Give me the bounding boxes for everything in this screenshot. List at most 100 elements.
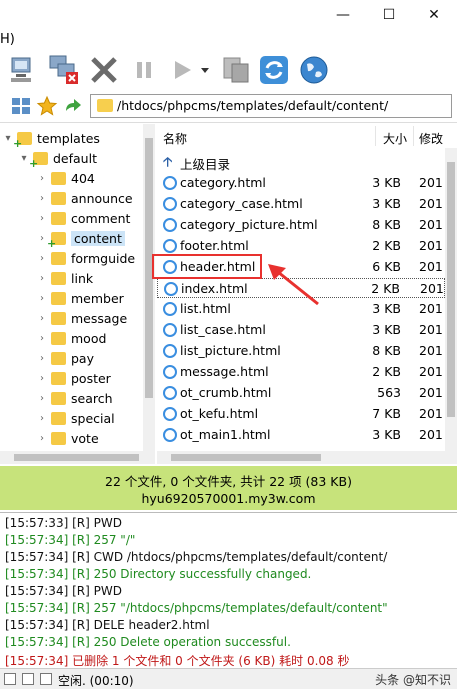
tree-node-mood[interactable]: › mood (36, 328, 106, 348)
tree-node-label: poster (71, 370, 111, 386)
pause-icon[interactable] (128, 54, 160, 86)
scrollbar-thumb[interactable] (171, 454, 321, 461)
address-field[interactable]: /htdocs/phpcms/templates/default/content… (90, 94, 452, 118)
tree-node-poster[interactable]: › poster (36, 368, 111, 388)
parent-directory-row[interactable]: 🡡 上级目录 (157, 152, 445, 172)
tree-node-label: 404 (71, 170, 95, 186)
file-name: 上级目录 (180, 157, 231, 172)
column-header-name[interactable]: 名称 (163, 130, 187, 147)
tree-node-comment[interactable]: › comment (36, 208, 130, 228)
minimize-icon[interactable]: — (320, 0, 366, 30)
html-file-icon (163, 218, 177, 232)
expand-arrow-icon[interactable]: › (36, 213, 48, 224)
favorites-star-icon[interactable] (36, 95, 58, 117)
tree-node-label: announce (71, 190, 133, 206)
tree-node-label: templates (37, 130, 100, 146)
refresh-icon[interactable] (258, 54, 290, 86)
folder-icon (51, 331, 66, 345)
expand-arrow-icon[interactable]: › (36, 313, 48, 324)
html-file-icon (163, 407, 177, 421)
file-size: 2 KB (371, 281, 400, 296)
file-row[interactable]: ot_crumb.html 563 201 (157, 383, 445, 403)
file-modified: 201 (419, 301, 443, 316)
stop-icon[interactable] (88, 54, 120, 86)
expand-arrow-icon[interactable]: › (36, 333, 48, 344)
list-horizontal-scrollbar[interactable] (157, 451, 457, 464)
html-file-icon (163, 239, 177, 253)
expand-arrow-icon[interactable]: › (36, 353, 48, 364)
file-row[interactable]: list_picture.html 8 KB 201 (157, 341, 445, 361)
tree-node-default[interactable]: ▾ default (18, 148, 97, 170)
tree-node-formguide[interactable]: › formguide (36, 248, 135, 268)
tree-horizontal-scrollbar[interactable] (0, 451, 155, 464)
expand-arrow-icon[interactable]: › (36, 273, 48, 284)
column-header-modified[interactable]: 修改 (419, 130, 443, 147)
column-divider[interactable] (413, 126, 414, 146)
close-icon[interactable]: ✕ (411, 0, 457, 30)
status-log-icon[interactable] (4, 673, 16, 685)
list-vertical-scrollbar[interactable] (445, 148, 457, 451)
expand-arrow-icon[interactable]: › (36, 393, 48, 404)
folder-tree: ▾ templates ▾ default › 404 › announce › comm… (0, 124, 155, 451)
tree-node-link[interactable]: › link (36, 268, 93, 288)
file-name: category_case.html (180, 196, 303, 211)
file-size: 3 KB (372, 196, 401, 211)
file-size: 2 KB (372, 364, 401, 379)
folder-icon (51, 211, 66, 225)
tree-node-special[interactable]: › special (36, 408, 115, 428)
file-row[interactable]: message.html 2 KB 201 (157, 362, 445, 382)
site-manager-icon[interactable] (10, 95, 32, 117)
address-path: /htdocs/phpcms/templates/default/content… (117, 98, 389, 113)
tree-node-content[interactable]: ›content (36, 228, 125, 250)
file-row[interactable]: category_picture.html 8 KB 201 (157, 215, 445, 235)
file-name: list_case.html (180, 322, 266, 337)
maximize-icon[interactable]: ☐ (366, 0, 412, 30)
file-size: 8 KB (372, 343, 401, 358)
file-row[interactable]: category_case.html 3 KB 201 (157, 194, 445, 214)
tree-node-announce[interactable]: › announce (36, 188, 133, 208)
tree-node-message[interactable]: › message (36, 308, 127, 328)
file-row[interactable]: category.html 3 KB 201 (157, 173, 445, 193)
tree-node-templates[interactable]: ▾ templates (2, 128, 100, 150)
scrollbar-thumb[interactable] (14, 454, 139, 461)
tree-vertical-scrollbar[interactable] (143, 124, 155, 451)
file-row[interactable]: footer.html 2 KB 201 (157, 236, 445, 256)
expand-arrow-icon[interactable]: › (36, 413, 48, 424)
expand-arrow-icon[interactable]: › (36, 173, 48, 184)
folder-icon (51, 291, 66, 305)
connect-icon[interactable] (8, 54, 40, 86)
queue-icon[interactable] (220, 54, 252, 86)
tree-node-404[interactable]: › 404 (36, 168, 95, 188)
up-folder-icon[interactable] (62, 95, 84, 117)
tree-node-member[interactable]: › member (36, 288, 124, 308)
expand-arrow-icon[interactable]: › (36, 433, 48, 444)
expand-arrow-icon[interactable]: › (36, 253, 48, 264)
column-header-size[interactable]: 大小 (383, 130, 407, 147)
file-row[interactable]: ot_kefu.html 7 KB 201 (157, 404, 445, 424)
log-panel: [15:57:33] [R] PWD [15:57:34] [R] 257 "/"… (0, 512, 457, 668)
expand-arrow-icon[interactable]: › (36, 373, 48, 384)
column-divider[interactable] (375, 126, 376, 146)
folder-icon (51, 351, 66, 365)
status-queue-icon[interactable] (22, 673, 34, 685)
status-info-icon[interactable] (40, 673, 52, 685)
tree-node-label: special (71, 410, 115, 426)
file-row[interactable]: ot_main1.html 3 KB 201 (157, 425, 445, 445)
tree-node-label: search (71, 390, 113, 406)
menu-bar: H) (0, 30, 457, 50)
expand-arrow-icon[interactable]: › (36, 193, 48, 204)
play-icon[interactable] (166, 54, 198, 86)
tree-node-label: member (71, 290, 124, 306)
globe-icon[interactable] (298, 54, 330, 86)
disconnect-icon[interactable] (48, 54, 80, 86)
scrollbar-thumb[interactable] (447, 162, 455, 417)
tree-node-vote[interactable]: › vote (36, 428, 99, 448)
expand-arrow-icon[interactable]: › (36, 293, 48, 304)
file-size: 3 KB (372, 427, 401, 442)
menu-help[interactable]: H) (0, 32, 15, 47)
tree-node-label: formguide (71, 250, 136, 266)
tree-node-pay[interactable]: › pay (36, 348, 94, 368)
tree-node-search[interactable]: › search (36, 388, 113, 408)
file-row[interactable]: list_case.html 3 KB 201 (157, 320, 445, 340)
play-dropdown-icon[interactable] (198, 54, 212, 86)
